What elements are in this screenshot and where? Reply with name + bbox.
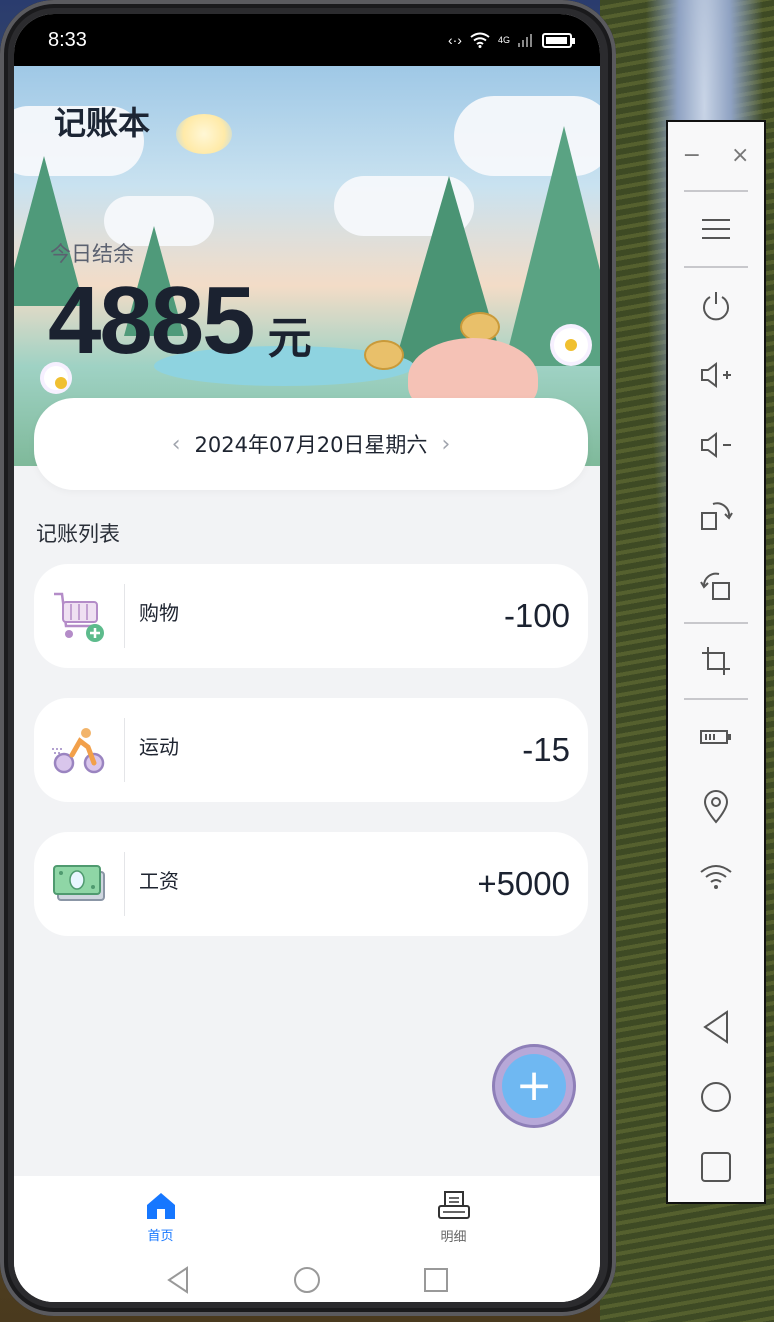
prev-day-button[interactable]: ‹ [172, 432, 181, 457]
record-amount: -15 [522, 731, 570, 768]
location-icon[interactable] [668, 772, 764, 842]
status-icons: ‹·› 4G [447, 32, 575, 48]
volume-up-icon[interactable] [668, 340, 764, 410]
tree-illustration [504, 126, 600, 366]
wifi-icon [470, 32, 490, 48]
volume-down-icon[interactable] [668, 410, 764, 480]
back-nav-icon[interactable] [668, 992, 764, 1062]
record-item-sport[interactable]: 运动 -15 [34, 698, 588, 802]
record-item-shopping[interactable]: 购物 -100 [34, 564, 588, 668]
tab-home-label: 首页 [147, 1228, 174, 1244]
emulator-control-panel: − × [666, 120, 766, 1204]
tab-home[interactable]: 首页 [14, 1176, 307, 1258]
phone-screen: 8:33 ‹·› 4G 记账本 今日结余 4885 元 ‹ 2024年07月20… [14, 14, 600, 1302]
record-amount: -100 [503, 597, 570, 634]
signal-icon [518, 34, 532, 47]
record-divider [124, 584, 125, 648]
system-nav-bar [14, 1258, 600, 1302]
crop-icon[interactable] [668, 626, 764, 696]
rotate-left-icon[interactable] [668, 550, 764, 620]
home-circle-icon[interactable] [293, 1266, 321, 1294]
battery-settings-icon[interactable] [668, 702, 764, 772]
record-divider [124, 718, 125, 782]
overview-nav-icon[interactable] [668, 1132, 764, 1202]
home-icon [146, 1192, 175, 1219]
record-list-title: 记账列表 [36, 522, 120, 546]
panel-window-controls: − × [668, 122, 764, 188]
panel-divider [684, 698, 748, 700]
record-amount: +5000 [477, 865, 570, 902]
back-icon[interactable] [165, 1266, 191, 1294]
plus-icon: + [502, 1054, 566, 1118]
coin-illustration [364, 340, 404, 370]
cycling-icon [34, 698, 124, 802]
balance-value: 4885 [48, 267, 256, 374]
status-time: 8:33 [48, 28, 87, 51]
bottom-tab-bar: 首页 明细 [14, 1176, 600, 1258]
recents-icon[interactable] [423, 1267, 449, 1293]
balance-display: 4885 元 [48, 266, 312, 376]
tab-details[interactable]: 明细 [307, 1176, 600, 1258]
money-icon [34, 832, 124, 936]
battery-icon [542, 32, 575, 48]
balance-label: 今日结余 [50, 242, 134, 266]
flower-illustration [554, 328, 588, 362]
panel-divider [684, 266, 748, 268]
phone-frame: 8:33 ‹·› 4G 记账本 今日结余 4885 元 ‹ 2024年07月20… [0, 0, 616, 1316]
status-bar: 8:33 ‹·› 4G [14, 14, 600, 66]
rotate-right-icon[interactable] [668, 480, 764, 550]
panel-divider [684, 622, 748, 624]
balance-unit: 元 [267, 313, 312, 364]
minimize-icon[interactable]: − [683, 143, 701, 168]
app-title: 记账本 [54, 104, 151, 142]
close-icon[interactable]: × [731, 143, 749, 168]
date-label[interactable]: 2024年07月20日星期六 [195, 429, 428, 459]
record-category: 运动 [139, 734, 179, 759]
home-nav-icon[interactable] [668, 1062, 764, 1132]
add-record-button[interactable]: + [492, 1044, 576, 1128]
network-type: 4G [497, 35, 510, 45]
sun-illustration [176, 114, 232, 154]
record-item-salary[interactable]: 工资 +5000 [34, 832, 588, 936]
next-day-button[interactable]: › [441, 432, 450, 457]
date-selector: ‹ 2024年07月20日星期六 › [34, 398, 588, 490]
record-divider [124, 852, 125, 916]
tab-details-label: 明细 [440, 1229, 467, 1245]
receipt-icon [437, 1190, 470, 1219]
record-category: 购物 [139, 600, 179, 625]
shopping-cart-icon [34, 564, 124, 668]
record-category: 工资 [139, 868, 179, 893]
nfc-icon: ‹·› [447, 32, 462, 48]
power-icon[interactable] [668, 270, 764, 340]
menu-icon[interactable] [668, 194, 764, 264]
panel-divider [684, 190, 748, 192]
wifi-settings-icon[interactable] [668, 842, 764, 912]
